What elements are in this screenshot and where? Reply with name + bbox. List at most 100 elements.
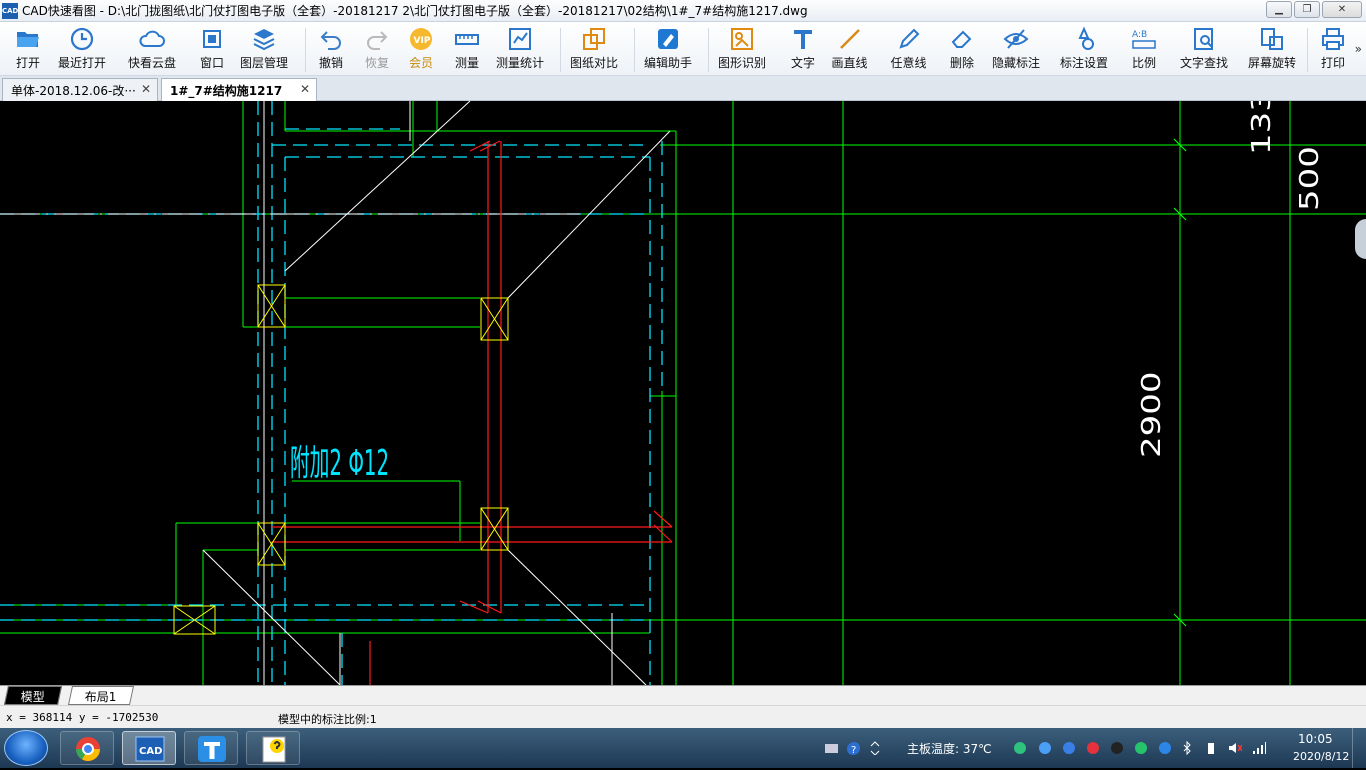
toolbar-button-text[interactable]: 文字 (785, 26, 821, 74)
bluetooth-icon[interactable] (1182, 741, 1196, 755)
pen-icon (898, 28, 919, 49)
eraser-icon (951, 30, 972, 48)
rebar-line (469, 140, 491, 152)
taskbar-chrome-app[interactable] (60, 731, 114, 765)
motherboard-temperature: 主板温度: 37℃ (907, 742, 992, 756)
layers-icon (253, 29, 275, 51)
close-button[interactable]: ✕ (1322, 1, 1362, 18)
wechat-icon[interactable] (1134, 741, 1148, 755)
settings-gear-icon[interactable] (1038, 741, 1052, 755)
tray-app-icon[interactable] (1062, 741, 1076, 755)
toolbar-button-label: 图形识别 (717, 56, 766, 70)
scale-icon: A:B (1132, 30, 1156, 49)
toolbar-button-label: 删除 (949, 56, 974, 70)
battery-icon[interactable] (1206, 741, 1220, 755)
taskbar-text-app[interactable] (184, 731, 238, 765)
toolbar-separator (560, 28, 561, 72)
toolbar-button-pen[interactable]: 任意线 (889, 26, 928, 74)
toolbar-more-icon[interactable]: » (1355, 42, 1362, 56)
toolbar-button-redo[interactable]: 恢复 (359, 26, 395, 74)
layout-tab-label: 模型 (20, 690, 45, 704)
toolbar-button-cloud[interactable]: 快看云盘 (126, 26, 178, 74)
cad-drawing-canvas[interactable]: 附加2 Φ12 133 500 2900 (0, 101, 1366, 685)
chrome-icon (76, 737, 100, 762)
cloud-icon (139, 30, 165, 47)
eye-slash-icon (1003, 29, 1029, 49)
network-signal-icon[interactable] (1252, 741, 1266, 755)
annotation-settings-icon (1078, 26, 1094, 50)
layout-tab-layout1[interactable]: 布局1 (67, 686, 134, 705)
toolbar-button-label: 比例 (1131, 56, 1156, 70)
taskbar-help-app[interactable] (246, 731, 300, 765)
toolbar-button-printer[interactable]: 打印 (1315, 26, 1351, 74)
rebar-line (479, 140, 501, 152)
toolbar-button-label: 图层管理 (239, 56, 288, 70)
keyboard-icon[interactable] (824, 741, 838, 755)
show-desktop-button[interactable] (1352, 728, 1366, 768)
layout-tab-model[interactable]: 模型 (3, 686, 63, 705)
start-button[interactable] (4, 730, 48, 766)
layout-tab-bar: 模型 布局1 (0, 685, 1366, 705)
svg-text:A:B: A:B (1132, 30, 1147, 40)
clock-time[interactable]: 10:05 (1298, 732, 1333, 746)
close-tab-icon[interactable]: ✕ (141, 82, 151, 96)
help-icon[interactable]: ? (846, 741, 860, 755)
toolbar-button-label: 文字 (790, 56, 815, 70)
toolbar-button-rotate-screen[interactable]: 屏幕旋转 (1246, 26, 1298, 74)
side-panel-handle[interactable] (1355, 219, 1366, 259)
title-bar: CAD CAD快速看图 - D:\北门拢图纸\北门仗打图电子版（全套）-2018… (0, 0, 1366, 22)
main-toolbar: 打开 最近打开 快看云盘 窗口 图层管理 撤销 恢复 VIP 会员 测量 测量统计 图纸对比 编辑助手 图… (0, 22, 1366, 76)
annotation-text: 附加2 Φ12 (290, 442, 389, 484)
toolbar-button-label: 最近打开 (57, 56, 106, 70)
toolbar-button-vip[interactable]: VIP 会员 (403, 26, 439, 74)
toolbar-button-eraser[interactable]: 删除 (944, 26, 980, 74)
toolbar-button-undo[interactable]: 撤销 (313, 26, 349, 74)
toolbar-button-text-search[interactable]: 文字查找 (1178, 26, 1230, 74)
toolbar-button-annotation-settings[interactable]: 标注设置 (1058, 26, 1110, 74)
toolbar-button-ruler[interactable]: 测量 (449, 26, 485, 74)
ruler-icon (455, 34, 479, 45)
text-search-icon (1194, 28, 1213, 50)
tray-expand-icon[interactable] (870, 741, 884, 755)
volume-muted-icon[interactable] (1228, 741, 1242, 755)
minimize-button[interactable]: ▁ (1266, 1, 1292, 18)
qq-icon[interactable] (1110, 741, 1124, 755)
toolbar-button-label: 打开 (15, 56, 40, 70)
cad-app-icon: CAD (135, 736, 165, 762)
toolbar-button-edit-assistant[interactable]: 编辑助手 (642, 26, 694, 74)
white-line (507, 549, 647, 685)
tray-app-icon[interactable] (1013, 741, 1027, 755)
rebar-line (653, 510, 673, 528)
weibo-icon[interactable] (1086, 741, 1100, 755)
toolbar-button-label: 编辑助手 (643, 56, 692, 70)
tab-label: 单体-2018.12.06-改··· (11, 84, 136, 98)
toolbar-separator (1307, 28, 1308, 72)
svg-text:CAD: CAD (139, 746, 162, 757)
toolbar-separator (305, 28, 306, 72)
toolbar-button-label: 测量 (454, 56, 479, 70)
tab-document-2[interactable]: 1#_7#结构施1217 ✕ (161, 78, 317, 101)
layout-tab-label: 布局1 (84, 690, 117, 704)
clock-date[interactable]: 2020/8/12 (1293, 750, 1349, 763)
rotate-screen-icon (1261, 28, 1283, 50)
toolbar-button-compare[interactable]: 图纸对比 (568, 26, 620, 74)
toolbar-button-layers[interactable]: 图层管理 (238, 26, 290, 74)
toolbar-button-line[interactable]: 画直线 (830, 26, 869, 74)
cursor-coordinates: x = 368114 y = -1702530 (6, 711, 159, 724)
toolbar-button-shape-recognize[interactable]: 图形识别 (716, 26, 768, 74)
toolbar-button-window[interactable]: 窗口 (194, 26, 230, 74)
dimension-text-133: 133 (1247, 101, 1277, 155)
taskbar-cad-app[interactable]: CAD (122, 731, 176, 765)
toolbar-button-folder-open[interactable]: 打开 (10, 26, 46, 74)
toolbar-button-scale[interactable]: A:B 比例 (1126, 26, 1162, 74)
close-tab-icon[interactable]: ✕ (300, 82, 310, 96)
toolbar-button-measure-stats[interactable]: 测量统计 (494, 26, 546, 74)
compare-icon (583, 28, 605, 50)
tray-app-icon[interactable] (1158, 741, 1172, 755)
tab-document-1[interactable]: 单体-2018.12.06-改··· ✕ (2, 78, 158, 101)
maximize-button[interactable]: ❐ (1294, 1, 1320, 18)
toolbar-button-eye-slash[interactable]: 隐藏标注 (990, 26, 1042, 74)
toolbar-button-label: 隐藏标注 (991, 56, 1040, 70)
annotation-scale-text: 模型中的标注比例:1 (278, 713, 377, 726)
toolbar-button-clock[interactable]: 最近打开 (56, 26, 108, 74)
